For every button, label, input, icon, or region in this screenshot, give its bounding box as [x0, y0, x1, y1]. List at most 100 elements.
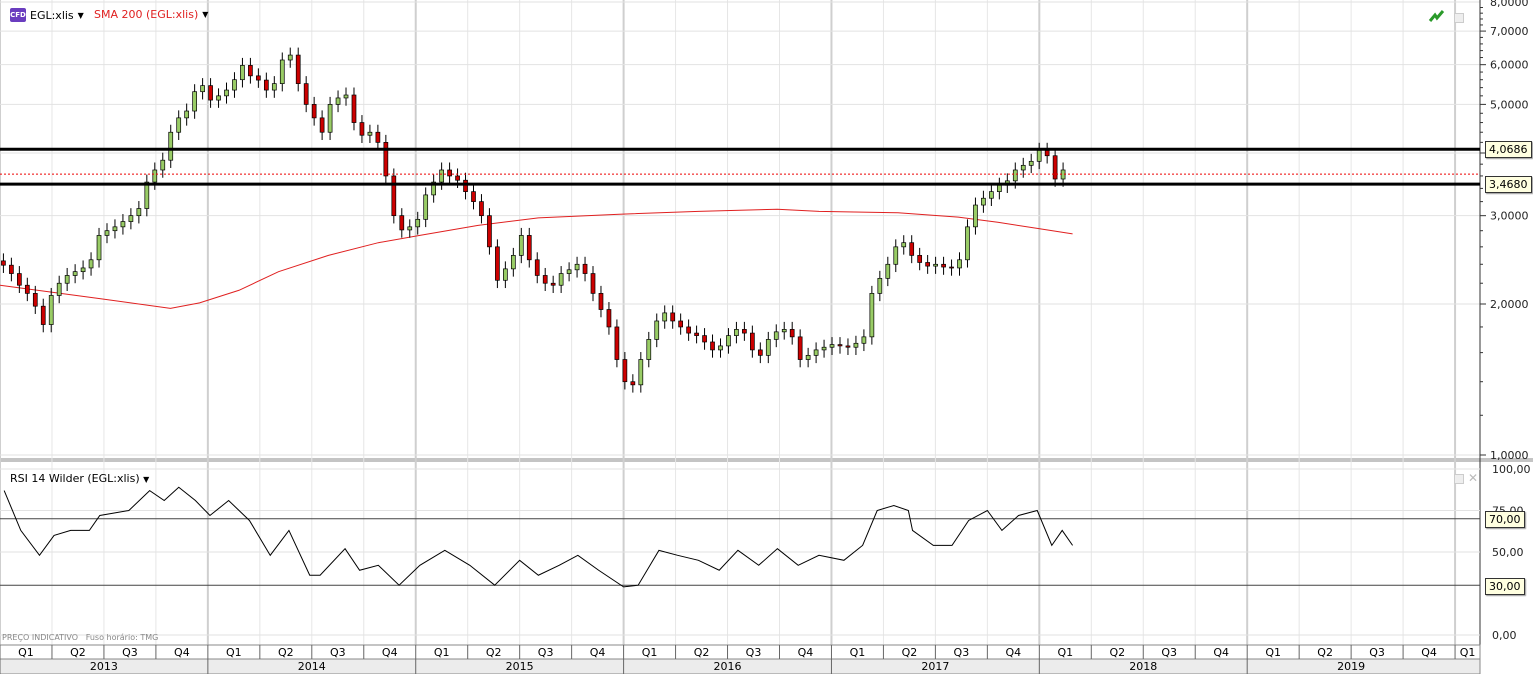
level-tag-lower: 3,4680 [1485, 176, 1532, 193]
candle-body [829, 344, 835, 348]
candle-body [773, 331, 779, 340]
candle-body [487, 215, 492, 248]
quarter-label: Q1 [1460, 646, 1476, 659]
candle-body [526, 235, 532, 261]
footer-note: PREÇO INDICATIVO Fuso horário: TMG [2, 633, 159, 642]
y-tick-label: 7,0000 [1490, 25, 1529, 38]
candle-body [614, 326, 620, 360]
quarter-label: Q2 [1317, 646, 1333, 659]
candle-body [287, 54, 293, 61]
candle-body [925, 262, 930, 267]
year-label: 2017 [921, 660, 949, 673]
cfd-icon: CFD [10, 8, 26, 22]
candle-body [781, 329, 787, 333]
rsi-band-tag-70: 70,00 [1485, 511, 1525, 528]
chart-canvas[interactable]: 8,00007,00006,00005,00004,00003,00002,00… [0, 0, 1533, 674]
candle-body [726, 335, 731, 347]
year-label: 2019 [1337, 660, 1365, 673]
candle-body [383, 142, 389, 177]
candle-body [160, 159, 166, 171]
candle-body [1036, 149, 1042, 162]
candle-body [447, 169, 452, 177]
quarter-label: Q3 [122, 646, 138, 659]
candle-body [917, 255, 923, 263]
quarter-label: Q3 [1369, 646, 1385, 659]
candle-body [909, 242, 915, 256]
panel-maximize-button[interactable] [1454, 474, 1464, 484]
candle-body [869, 293, 875, 338]
candle-body [463, 179, 468, 192]
candle-body [359, 122, 365, 136]
candle-body [407, 226, 413, 231]
candle-body [295, 54, 301, 84]
candle-body [503, 268, 508, 281]
quarter-label: Q2 [70, 646, 86, 659]
quarter-label: Q3 [538, 646, 554, 659]
candle-body [598, 293, 604, 310]
candle-body [885, 263, 891, 279]
candle-body [989, 191, 994, 199]
year-label: 2018 [1129, 660, 1157, 673]
quarter-label: Q3 [330, 646, 346, 659]
candle-body [367, 131, 373, 136]
maximize-button[interactable] [1454, 13, 1464, 23]
sma-legend[interactable]: SMA 200 (EGL:xlis) ▼ [94, 8, 208, 21]
candle-body [558, 273, 564, 286]
quarter-label: Q3 [954, 646, 970, 659]
quarter-label: Q1 [850, 646, 866, 659]
candle-body [80, 267, 86, 273]
candle-body [200, 85, 205, 93]
candle-body [335, 97, 341, 105]
candle-body [24, 284, 30, 294]
candle-body [638, 359, 644, 386]
candle-body [757, 349, 763, 356]
candle-body [606, 309, 612, 328]
candle-body [263, 79, 269, 91]
chart-type-icon[interactable] [1428, 9, 1446, 23]
quarter-label: Q4 [1421, 646, 1437, 659]
candle-body [750, 332, 755, 351]
candle-body [471, 191, 476, 202]
year-label: 2015 [506, 660, 534, 673]
year-label: 2016 [714, 660, 742, 673]
quarter-label: Q1 [18, 646, 34, 659]
candle-body [104, 230, 110, 236]
candle-body [694, 332, 699, 336]
candle-body [112, 226, 118, 232]
quarter-label: Q2 [1109, 646, 1125, 659]
candle-body [56, 282, 62, 296]
year-label: 2013 [90, 660, 118, 673]
candle-body [120, 221, 126, 228]
candle-body [351, 94, 357, 123]
candle-body [224, 89, 229, 97]
panel-close-button[interactable]: ✕ [1468, 471, 1478, 485]
candle-body [996, 184, 1002, 192]
quarter-label: Q3 [1161, 646, 1177, 659]
y-tick-label: 3,0000 [1490, 210, 1529, 223]
quarter-label: Q4 [174, 646, 190, 659]
candle-body [646, 339, 652, 360]
quarter-label: Q1 [226, 646, 242, 659]
y-tick-label: 6,0000 [1490, 59, 1529, 72]
candle-body [495, 246, 500, 281]
candle-body [654, 320, 660, 340]
rsi-legend[interactable]: RSI 14 Wilder (EGL:xlis) ▼ [10, 472, 149, 485]
candle-body [96, 235, 102, 261]
candle-body [566, 269, 572, 274]
quarter-label: Q4 [1213, 646, 1229, 659]
quarter-label: Q1 [1057, 646, 1073, 659]
candle-body [582, 263, 588, 274]
instrument-legend[interactable]: CFD EGL:xlis ▼ [10, 8, 84, 22]
candle-body [877, 277, 883, 294]
candle-body [901, 242, 907, 248]
candle-body [248, 65, 253, 77]
quarter-label: Q2 [902, 646, 918, 659]
candle-body [853, 342, 859, 348]
candle-body [534, 259, 540, 276]
quarter-label: Q3 [746, 646, 762, 659]
candle-body [176, 117, 182, 133]
candle-body [415, 218, 421, 228]
candle-body [678, 320, 683, 328]
candle-body [686, 326, 691, 334]
candle-body [1028, 160, 1034, 166]
